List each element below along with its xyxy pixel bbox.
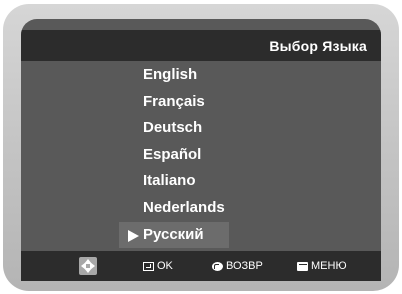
title-bar: Выбор Языка [21, 30, 381, 61]
language-item-dutch[interactable]: Nederlands [119, 195, 229, 222]
language-label: English [143, 66, 198, 83]
osd-screen: Выбор Языка English Français Deutsch Esp… [21, 19, 381, 281]
return-hint[interactable]: ВОЗВР [212, 259, 263, 273]
menu-hint[interactable]: МЕНЮ [297, 259, 347, 273]
ok-hint[interactable]: OK [143, 259, 173, 273]
language-list: English Français Deutsch Español Italian… [119, 62, 229, 249]
return-icon [212, 261, 223, 271]
menu-icon [297, 261, 308, 271]
language-label: Nederlands [143, 198, 225, 216]
language-label: Русский [143, 225, 204, 243]
button-hint-bar: OK ВОЗВР МЕНЮ [21, 251, 381, 281]
language-item-spanish[interactable]: Español [119, 142, 229, 169]
language-item-italian[interactable]: Italiano [119, 168, 229, 195]
language-label: Deutsch [143, 119, 203, 137]
language-label: Español [143, 145, 202, 163]
language-label: Français [143, 92, 205, 110]
enter-icon [143, 261, 154, 271]
language-item-english[interactable]: English [119, 62, 229, 89]
selection-pointer-icon [128, 229, 139, 242]
dpad-icon [79, 257, 97, 275]
language-item-russian[interactable]: Русский [119, 221, 229, 249]
page-title: Выбор Языка [269, 38, 367, 54]
menu-label: МЕНЮ [311, 260, 347, 272]
language-item-german[interactable]: Deutsch [119, 115, 229, 142]
language-label: Italiano [143, 172, 196, 190]
ok-label: OK [157, 260, 173, 272]
return-label: ВОЗВР [226, 260, 263, 272]
language-item-french[interactable]: Français [119, 89, 229, 116]
